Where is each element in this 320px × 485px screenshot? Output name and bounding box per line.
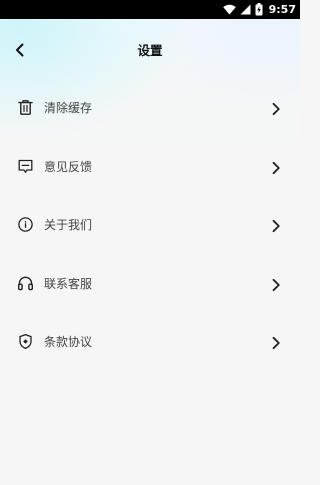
trash-icon bbox=[17, 99, 34, 116]
chevron-right-icon bbox=[271, 218, 281, 233]
shield-icon bbox=[17, 333, 34, 350]
settings-screen: 9:57 设置 清除缓存 意见反馈 关于我们 联系客服 条款协议 bbox=[0, 0, 300, 485]
chevron-right-icon bbox=[271, 277, 281, 291]
menu-item-label: 联系客服 bbox=[44, 276, 93, 291]
header: 设置 bbox=[0, 19, 300, 83]
chevron-right-icon bbox=[271, 101, 281, 116]
contact-support-item[interactable]: 联系客服 bbox=[0, 255, 300, 314]
status-time: 9:57 bbox=[268, 3, 296, 16]
menu-item-label: 关于我们 bbox=[44, 218, 93, 232]
menu-item-label: 清除缓存 bbox=[44, 101, 93, 115]
info-circle-icon bbox=[17, 216, 34, 233]
battery-charging-icon bbox=[255, 3, 263, 16]
signal-icon bbox=[240, 4, 251, 15]
wifi-icon bbox=[222, 4, 236, 15]
settings-menu: 清除缓存 意见反馈 关于我们 联系客服 条款协议 bbox=[0, 79, 300, 372]
chevron-right-icon bbox=[271, 160, 281, 174]
status-bar: 9:57 bbox=[0, 0, 300, 19]
chevron-right-icon bbox=[271, 335, 281, 350]
feedback-message-icon bbox=[17, 158, 34, 175]
feedback-item[interactable]: 意见反馈 bbox=[0, 138, 300, 197]
clear-cache-item[interactable]: 清除缓存 bbox=[0, 79, 300, 138]
status-icons: 9:57 bbox=[222, 0, 296, 19]
page-title: 设置 bbox=[137, 43, 163, 58]
terms-agreement-item[interactable]: 条款协议 bbox=[0, 313, 300, 372]
menu-item-label: 条款协议 bbox=[44, 335, 93, 349]
menu-item-label: 意见反馈 bbox=[44, 159, 93, 174]
headphones-icon bbox=[17, 275, 34, 292]
about-us-item[interactable]: 关于我们 bbox=[0, 196, 300, 255]
